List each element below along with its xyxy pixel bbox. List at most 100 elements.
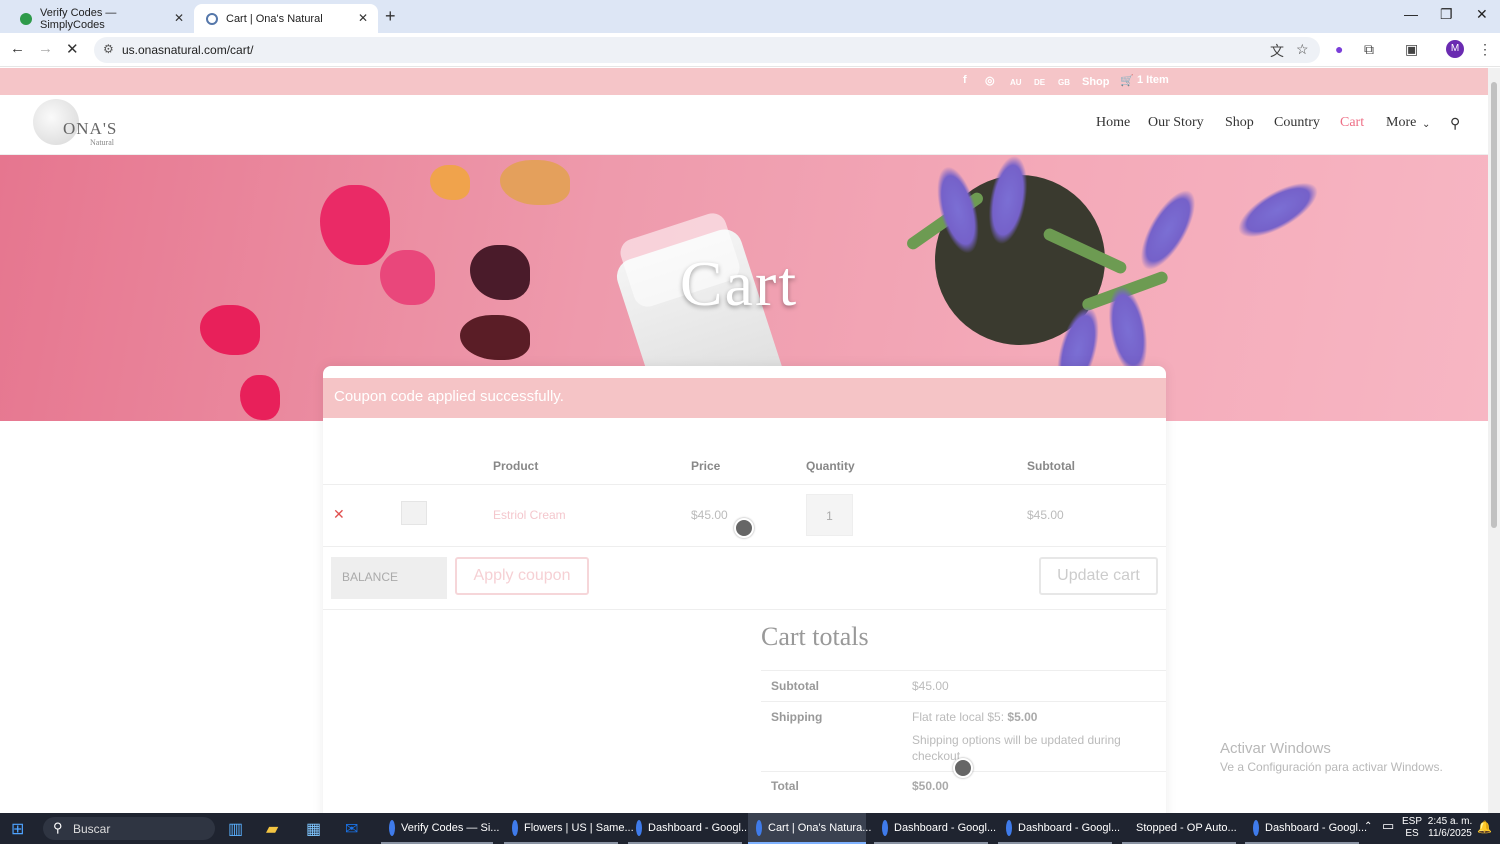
flag-gb[interactable]: GB bbox=[1058, 78, 1070, 87]
taskbar-app-dashboard-1[interactable]: Dashboard - Googl... bbox=[628, 813, 750, 844]
totals-subtotal-label: Subtotal bbox=[771, 679, 819, 693]
bookmark-star-icon[interactable]: ☆ bbox=[1296, 41, 1309, 58]
taskbar-app-label: Dashboard - Googl... bbox=[1018, 821, 1121, 834]
site-settings-icon[interactable]: ⚙ bbox=[103, 42, 114, 56]
windows-activation-subtitle: Ve a Configuración para activar Windows. bbox=[1220, 760, 1443, 774]
taskbar-app-dashboard-4[interactable]: Dashboard - Googl... bbox=[1245, 813, 1367, 844]
page-title: Cart bbox=[679, 248, 799, 319]
scrollbar-thumb[interactable] bbox=[1491, 82, 1497, 528]
product-thumbnail[interactable] bbox=[401, 501, 427, 525]
instagram-icon[interactable]: ◎ bbox=[985, 74, 995, 87]
extensions-puzzle-icon[interactable]: ⧉ bbox=[1364, 41, 1374, 58]
taskbar-app-cart-onas[interactable]: Cart | Ona's Natura... bbox=[748, 813, 871, 844]
back-icon[interactable]: ← bbox=[10, 40, 25, 57]
restore-icon[interactable]: ❐ bbox=[1440, 6, 1453, 23]
notifications-bell-icon[interactable]: 🔔 bbox=[1477, 821, 1492, 833]
tab-cart-onas[interactable]: Cart | Ona's Natural ✕ bbox=[194, 4, 378, 33]
divider bbox=[323, 546, 1166, 547]
stop-loading-icon[interactable]: ✕ bbox=[66, 40, 79, 58]
petal-decoration bbox=[500, 160, 570, 205]
flag-au[interactable]: AU bbox=[1010, 78, 1022, 87]
divider bbox=[761, 701, 1166, 702]
taskbar-app-label: Dashboard - Googl... bbox=[648, 821, 751, 834]
page-scrollbar[interactable] bbox=[1488, 68, 1500, 813]
flag-de[interactable]: DE bbox=[1034, 78, 1045, 87]
taskbar-app-label: Stopped - OP Auto... bbox=[1136, 821, 1237, 834]
nav-country[interactable]: Country bbox=[1274, 115, 1320, 131]
nav-home[interactable]: Home bbox=[1096, 115, 1130, 131]
update-cart-button[interactable]: Update cart bbox=[1039, 557, 1158, 595]
search-icon: ⚲ bbox=[53, 820, 63, 835]
shipping-method: Flat rate local $5: $5.00 bbox=[912, 710, 1037, 724]
new-tab-icon[interactable]: + bbox=[385, 6, 396, 27]
tray-chevron-up-icon[interactable]: ⌃ bbox=[1364, 821, 1372, 833]
cart-card: Coupon code applied successfully. Produc… bbox=[323, 366, 1166, 813]
taskbar-app-label: Flowers | US | Same... bbox=[524, 821, 634, 834]
search-icon[interactable]: ⚲ bbox=[1450, 115, 1460, 132]
language-indicator[interactable]: ESP ES bbox=[1402, 816, 1422, 840]
profile-avatar[interactable]: M bbox=[1446, 40, 1464, 58]
cart-icon[interactable]: 🛒 bbox=[1120, 74, 1134, 87]
close-tab-icon[interactable]: ✕ bbox=[174, 11, 184, 25]
facebook-icon[interactable]: f bbox=[963, 74, 967, 86]
taskbar-search[interactable]: ⚲ Buscar bbox=[43, 817, 215, 840]
top-bar: f ◎ AU DE GB Shop 🛒 1 Item bbox=[0, 68, 1488, 95]
petal-decoration bbox=[240, 375, 280, 420]
cart-count-link[interactable]: 1 Item bbox=[1137, 74, 1169, 86]
windows-start-icon[interactable]: ⊞ bbox=[11, 819, 24, 839]
translate-icon[interactable]: 文 bbox=[1270, 41, 1284, 61]
remove-item-icon[interactable]: ✕ bbox=[333, 506, 345, 523]
outlook-icon[interactable]: ✉ bbox=[345, 819, 358, 839]
chevron-down-icon[interactable]: ⌄ bbox=[1422, 119, 1430, 130]
divider bbox=[323, 484, 1166, 485]
file-explorer-icon[interactable]: ▰ bbox=[266, 819, 278, 839]
clock[interactable]: 2:45 a. m. 11/6/2025 bbox=[1426, 816, 1474, 840]
taskbar-app-dashboard-3[interactable]: Dashboard - Googl... bbox=[998, 813, 1120, 844]
nav-shop[interactable]: Shop bbox=[1225, 115, 1254, 131]
taskbar-app-label: Dashboard - Googl... bbox=[894, 821, 997, 834]
close-window-icon[interactable]: ✕ bbox=[1476, 6, 1488, 23]
clock-time: 2:45 a. m. bbox=[1427, 816, 1473, 827]
col-header-price: Price bbox=[691, 459, 721, 473]
shipping-amount: $5.00 bbox=[1007, 710, 1038, 724]
widgets-icon[interactable]: ▥ bbox=[228, 819, 243, 839]
minimize-icon[interactable]: — bbox=[1404, 6, 1418, 22]
taskbar-app-dashboard-2[interactable]: Dashboard - Googl... bbox=[874, 813, 996, 844]
store-icon[interactable]: ▦ bbox=[306, 819, 321, 839]
site-header: ONA'S Natural Home Our Story Shop Countr… bbox=[0, 95, 1488, 155]
close-tab-icon[interactable]: ✕ bbox=[358, 11, 368, 25]
logo-text[interactable]: ONA'S bbox=[63, 119, 117, 139]
forward-icon[interactable]: → bbox=[38, 40, 53, 57]
network-icon[interactable]: ▭ bbox=[1382, 819, 1394, 832]
petal-decoration bbox=[430, 165, 470, 200]
nav-more[interactable]: More bbox=[1386, 115, 1416, 131]
divider bbox=[761, 670, 1166, 671]
quantity-input[interactable]: 1 bbox=[806, 494, 853, 536]
extension-simplycodes-icon[interactable]: ● bbox=[1335, 41, 1343, 57]
language-bottom: ES bbox=[1405, 828, 1419, 839]
chrome-icon bbox=[756, 819, 762, 836]
apply-coupon-button[interactable]: Apply coupon bbox=[455, 557, 589, 595]
nav-our-story[interactable]: Our Story bbox=[1148, 115, 1204, 131]
petal-decoration bbox=[460, 315, 530, 360]
product-name-link[interactable]: Estriol Cream bbox=[493, 508, 566, 522]
taskbar-app-verify-codes[interactable]: Verify Codes — Si... bbox=[381, 813, 499, 844]
address-bar[interactable]: ⚙ us.onasnatural.com/cart/ bbox=[94, 37, 1320, 63]
taskbar-app-label: Cart | Ona's Natura... bbox=[768, 821, 872, 834]
col-header-quantity: Quantity bbox=[806, 459, 855, 473]
item-subtotal: $45.00 bbox=[1027, 508, 1064, 522]
language-top: ESP bbox=[1402, 816, 1423, 827]
browser-toolbar: ← → ✕ ⚙ us.onasnatural.com/cart/ 文 ☆ ● ⧉… bbox=[0, 33, 1500, 67]
taskbar-app-op-auto[interactable]: Stopped - OP Auto... bbox=[1122, 813, 1237, 844]
nav-cart[interactable]: Cart bbox=[1340, 115, 1364, 131]
menu-kebab-icon[interactable]: ⋮ bbox=[1478, 41, 1492, 58]
taskbar-app-label: Dashboard - Googl... bbox=[1265, 821, 1368, 834]
tab-verify-codes[interactable]: Verify Codes — SimplyCodes ✕ bbox=[8, 4, 194, 33]
chrome-icon bbox=[389, 819, 395, 836]
topbar-shop-link[interactable]: Shop bbox=[1082, 76, 1110, 88]
shipping-note: Shipping options will be updated during … bbox=[912, 733, 1121, 763]
simplycodes-favicon-icon bbox=[20, 12, 32, 25]
taskbar-app-flowers[interactable]: Flowers | US | Same... bbox=[504, 813, 634, 844]
side-panel-icon[interactable]: ▣ bbox=[1405, 41, 1418, 58]
coupon-code-input[interactable]: BALANCE bbox=[331, 557, 447, 599]
